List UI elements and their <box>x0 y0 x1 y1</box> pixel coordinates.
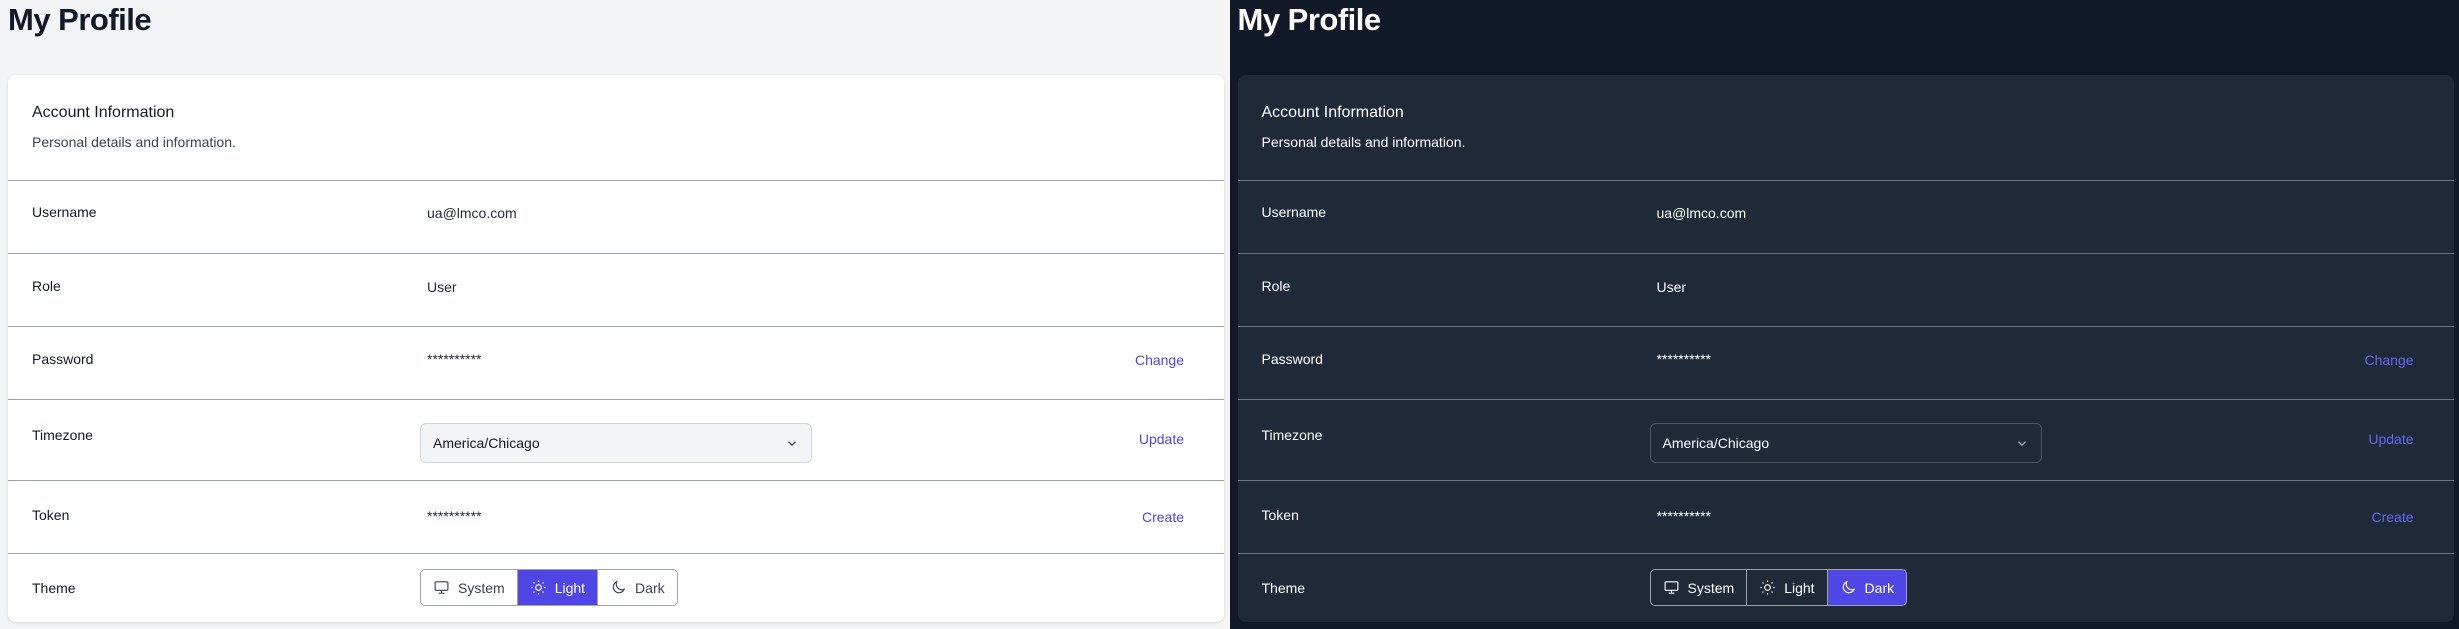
timezone-select[interactable]: America/Chicago <box>1649 423 2042 463</box>
username-label: Username <box>1261 204 1327 220</box>
theme-system-label: System <box>458 579 505 596</box>
theme-light-button[interactable]: Light <box>1746 570 1827 605</box>
role-row: Role User <box>1237 253 2454 326</box>
theme-dark-button[interactable]: Dark <box>1826 570 1907 605</box>
create-token-button[interactable]: Create <box>1142 509 1184 525</box>
password-label: Password <box>1261 351 1323 367</box>
theme-light-label: Light <box>1784 579 1815 596</box>
password-row: Password ********** Change <box>1237 326 2454 399</box>
role-row: Role User <box>8 253 1224 326</box>
card-header: Account Information Personal details and… <box>8 75 1224 180</box>
role-value: User <box>1656 279 1687 295</box>
theme-toggle: System Light Dark <box>1649 569 1908 606</box>
account-card: Account Information Personal details and… <box>1237 75 2454 622</box>
timezone-label: Timezone <box>1261 427 1323 443</box>
theme-row: Theme System Light Dark <box>8 553 1224 622</box>
update-timezone-button[interactable]: Update <box>1139 431 1184 447</box>
password-value: ********** <box>427 351 482 367</box>
moon-icon <box>1842 580 1855 594</box>
sun-icon <box>1760 580 1775 595</box>
timezone-select[interactable]: America/Chicago <box>420 423 812 463</box>
profile-panel-light: My Profile Account Information Personal … <box>0 0 1230 629</box>
page-title: My Profile <box>8 2 152 37</box>
monitor-icon <box>1664 581 1678 594</box>
password-value: ********** <box>1656 351 1711 367</box>
monitor-icon <box>434 581 449 594</box>
role-value: User <box>427 279 457 295</box>
theme-system-button[interactable]: System <box>421 570 517 605</box>
chevron-down-icon <box>788 441 796 447</box>
timezone-row: Timezone America/Chicago Update <box>1237 399 2454 480</box>
token-value: ********** <box>1656 508 1711 524</box>
profile-panel-dark: My Profile Account Information Personal … <box>1229 0 2459 629</box>
timezone-select-value: America/Chicago <box>1662 435 1770 451</box>
token-label: Token <box>32 507 70 523</box>
password-row: Password ********** Change <box>8 326 1224 399</box>
card-title: Account Information <box>32 104 175 121</box>
change-password-button[interactable]: Change <box>1135 352 1184 368</box>
timezone-row: Timezone America/Chicago Update <box>8 399 1224 480</box>
card-subtitle: Personal details and information. <box>1261 134 1466 150</box>
card-header: Account Information Personal details and… <box>1238 75 2454 180</box>
theme-toggle: System Light Dark <box>420 569 678 606</box>
token-label: Token <box>1261 507 1299 523</box>
create-token-button[interactable]: Create <box>2371 509 2413 525</box>
page-title: My Profile <box>1237 2 1382 37</box>
update-timezone-button[interactable]: Update <box>2368 431 2413 447</box>
theme-row: Theme System Light Dark <box>1237 553 2454 622</box>
timezone-label: Timezone <box>32 427 93 443</box>
theme-dark-button[interactable]: Dark <box>597 570 677 605</box>
sun-icon <box>531 580 546 595</box>
card-subtitle: Personal details and information. <box>32 134 236 150</box>
token-row: Token ********** Create <box>1237 480 2454 553</box>
token-row: Token ********** Create <box>8 480 1224 553</box>
chevron-down-icon <box>2017 441 2026 447</box>
account-card: Account Information Personal details and… <box>8 75 1224 622</box>
password-label: Password <box>32 351 94 367</box>
role-label: Role <box>32 278 61 294</box>
theme-label: Theme <box>32 580 76 596</box>
card-title: Account Information <box>1261 104 1404 121</box>
role-label: Role <box>1261 278 1291 294</box>
theme-light-label: Light <box>554 579 586 596</box>
theme-light-button[interactable]: Light <box>516 570 598 605</box>
theme-system-label: System <box>1687 579 1735 596</box>
moon-icon <box>612 580 626 594</box>
username-row: Username ua@lmco.com <box>1237 180 2454 253</box>
theme-dark-label: Dark <box>635 579 665 596</box>
change-password-button[interactable]: Change <box>2364 352 2413 368</box>
username-value: ua@lmco.com <box>427 205 517 221</box>
username-label: Username <box>32 204 97 220</box>
token-value: ********** <box>427 508 482 524</box>
theme-dark-label: Dark <box>1864 579 1895 596</box>
theme-system-button[interactable]: System <box>1650 570 1747 605</box>
username-value: ua@lmco.com <box>1656 205 1747 221</box>
theme-label: Theme <box>1261 580 1306 596</box>
username-row: Username ua@lmco.com <box>8 180 1224 253</box>
timezone-select-value: America/Chicago <box>433 435 540 451</box>
